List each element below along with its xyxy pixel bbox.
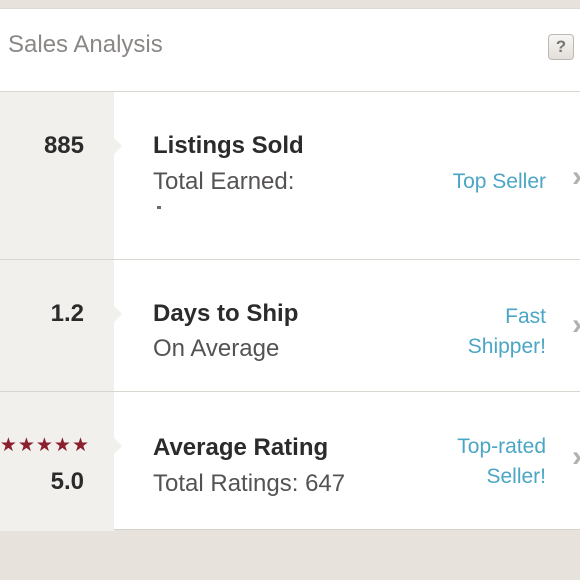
stat-row-days-to-ship[interactable]: 1.2 Days to Ship On Average Fast Shipper… xyxy=(0,260,580,391)
page-title: Sales Analysis xyxy=(8,31,163,58)
fast-shipper-badge[interactable]: Fast Shipper! xyxy=(468,302,546,362)
stat-row-listings-sold[interactable]: 885 Listings Sold Total Earned: Top Sell… xyxy=(0,92,580,259)
top-rated-line1: Top-rated xyxy=(457,435,546,458)
average-rating-label: Average Rating xyxy=(153,434,329,461)
top-rated-seller-badge[interactable]: Top-rated Seller! xyxy=(457,432,546,492)
days-to-ship-value: 1.2 xyxy=(50,300,84,327)
listings-sold-value: 885 xyxy=(43,132,84,159)
redacted-amount xyxy=(153,198,303,226)
stat-row-average-rating[interactable]: ★★★★★ 5.0 Average Rating Total Ratings: … xyxy=(0,392,580,531)
star-icon: ★★★★★ xyxy=(0,435,90,456)
sales-analysis-card: Sales Analysis ? 885 Listings Sold Total… xyxy=(0,8,580,531)
total-ratings-label: Total Ratings: 647 xyxy=(153,470,346,497)
on-average-label: On Average xyxy=(153,335,280,362)
average-rating-value: 5.0 xyxy=(50,468,84,495)
fast-shipper-line1: Fast xyxy=(505,305,546,328)
chevron-right-icon[interactable]: › xyxy=(572,440,580,474)
fast-shipper-line2: Shipper! xyxy=(467,335,546,358)
stat-value-panel: 885 xyxy=(0,92,122,259)
total-earned-label: Total Earned: xyxy=(153,168,295,195)
days-to-ship-label: Days to Ship xyxy=(153,300,299,327)
help-icon[interactable]: ? xyxy=(548,34,574,60)
top-seller-badge[interactable]: Top Seller xyxy=(453,167,546,197)
chevron-right-icon[interactable]: › xyxy=(572,308,580,342)
card-header: Sales Analysis ? xyxy=(0,9,580,92)
listings-sold-label: Listings Sold xyxy=(153,132,304,159)
top-rated-line2: Seller! xyxy=(486,465,546,488)
stat-value-panel: ★★★★★ 5.0 xyxy=(0,392,122,531)
stat-value-panel: 1.2 xyxy=(0,260,122,391)
chevron-right-icon[interactable]: › xyxy=(572,160,580,194)
